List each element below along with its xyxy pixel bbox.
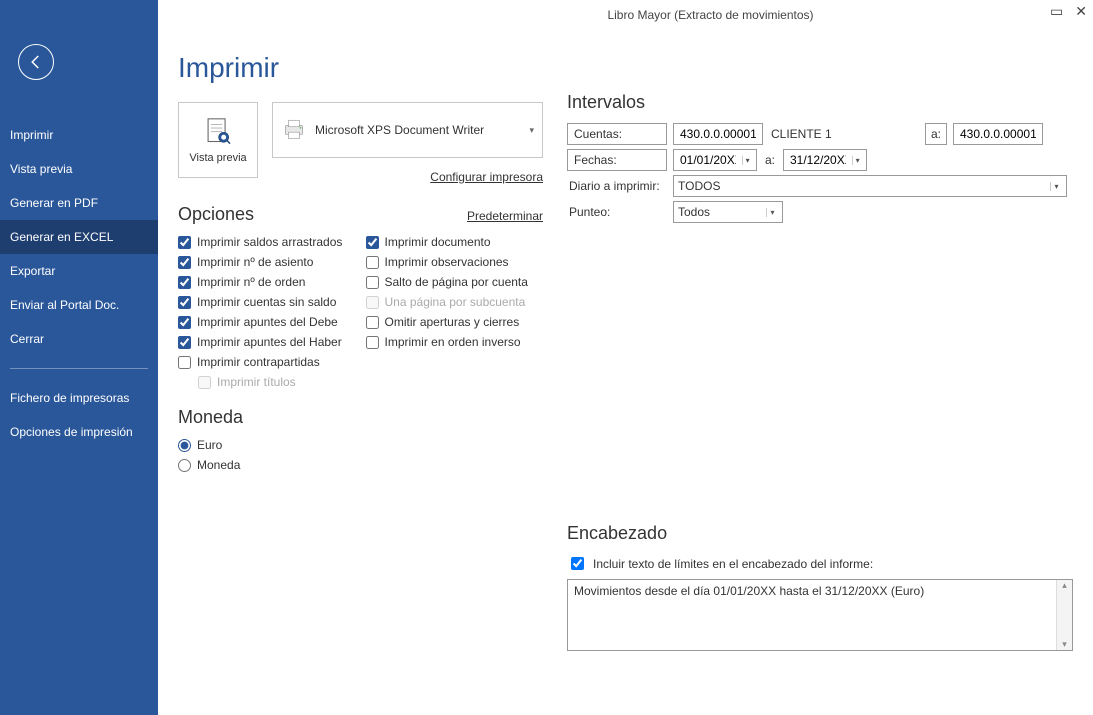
options-title: Opciones bbox=[178, 204, 254, 225]
sidebar-separator bbox=[10, 368, 148, 369]
sidebar-item-1[interactable]: Vista previa bbox=[0, 152, 158, 186]
include-limits-label: Incluir texto de límites en el encabezad… bbox=[593, 557, 873, 571]
option-right-checkbox-4[interactable]: Omitir aperturas y cierres bbox=[366, 315, 544, 329]
option-right-checkbox-3: Una página por subcuenta bbox=[366, 295, 544, 309]
sidebar-item2-1[interactable]: Opciones de impresión bbox=[0, 415, 158, 449]
option-left-checkbox-label-4: Imprimir apuntes del Debe bbox=[197, 315, 338, 329]
titlebar: Libro Mayor (Extracto de movimientos) ▭ … bbox=[328, 0, 1093, 30]
option-left-checkbox-label-7: Imprimir títulos bbox=[217, 375, 296, 389]
chevron-down-icon[interactable]: ▾ bbox=[742, 156, 752, 165]
option-left-checkbox-2[interactable]: Imprimir nº de orden bbox=[178, 275, 356, 289]
sidebar-item-5[interactable]: Enviar al Portal Doc. bbox=[0, 288, 158, 322]
window-title: Libro Mayor (Extracto de movimientos) bbox=[607, 8, 813, 22]
arrow-left-icon bbox=[27, 53, 45, 71]
scroll-down-icon[interactable]: ▾ bbox=[1062, 639, 1067, 650]
option-right-checkbox-label-0: Imprimir documento bbox=[385, 235, 491, 249]
page-title: Imprimir bbox=[178, 52, 543, 84]
option-left-checkbox-label-1: Imprimir nº de asiento bbox=[197, 255, 313, 269]
sidebar-items: ImprimirVista previaGenerar en PDFGenera… bbox=[0, 118, 158, 356]
sidebar-item-4[interactable]: Exportar bbox=[0, 254, 158, 288]
configure-printer-link[interactable]: Configurar impresora bbox=[430, 170, 543, 184]
option-left-checkbox-3[interactable]: Imprimir cuentas sin saldo bbox=[178, 295, 356, 309]
header-text-value: Movimientos desde el día 01/01/20XX hast… bbox=[574, 584, 924, 598]
scrollbar[interactable]: ▴ ▾ bbox=[1056, 580, 1072, 650]
chevron-down-icon: ▾ bbox=[529, 125, 534, 136]
back-button[interactable] bbox=[18, 44, 54, 80]
diario-value: TODOS bbox=[678, 179, 1046, 193]
option-left-checkbox-5[interactable]: Imprimir apuntes del Haber bbox=[178, 335, 356, 349]
option-left-checkbox-1[interactable]: Imprimir nº de asiento bbox=[178, 255, 356, 269]
preview-button[interactable]: Vista previa bbox=[178, 102, 258, 178]
options-right-column: Imprimir documento Imprimir observaciones… bbox=[366, 235, 544, 389]
scroll-up-icon[interactable]: ▴ bbox=[1062, 580, 1067, 591]
cuenta-from-input[interactable] bbox=[673, 123, 763, 145]
preview-button-label: Vista previa bbox=[189, 152, 246, 164]
sidebar-item-0[interactable]: Imprimir bbox=[0, 118, 158, 152]
printer-selector[interactable]: Microsoft XPS Document Writer ▾ bbox=[272, 102, 543, 158]
sidebar-item-6[interactable]: Cerrar bbox=[0, 322, 158, 356]
punteo-value: Todos bbox=[678, 205, 762, 219]
a-label-fechas: a: bbox=[763, 153, 777, 167]
option-left-checkbox-7: Imprimir títulos bbox=[198, 375, 356, 389]
close-icon[interactable]: ✕ bbox=[1075, 4, 1087, 18]
option-right-checkbox-label-5: Imprimir en orden inverso bbox=[385, 335, 521, 349]
option-right-checkbox-label-2: Salto de página por cuenta bbox=[385, 275, 528, 289]
moneda-radio-1[interactable]: Moneda bbox=[178, 458, 543, 472]
intervalos-title: Intervalos bbox=[567, 92, 1073, 113]
option-left-checkbox-label-0: Imprimir saldos arrastrados bbox=[197, 235, 342, 249]
option-right-checkbox-label-3: Una página por subcuenta bbox=[385, 295, 526, 309]
fechas-label-box[interactable]: Fechas: bbox=[567, 149, 667, 171]
main-content: Libro Mayor (Extracto de movimientos) ▭ … bbox=[158, 0, 1093, 715]
option-left-checkbox-label-6: Imprimir contrapartidas bbox=[197, 355, 320, 369]
options-left-column: Imprimir saldos arrastrados Imprimir nº d… bbox=[178, 235, 356, 389]
chevron-down-icon[interactable]: ▾ bbox=[766, 208, 778, 217]
option-right-checkbox-2[interactable]: Salto de página por cuenta bbox=[366, 275, 544, 289]
window-controls: ▭ ✕ bbox=[1050, 0, 1087, 30]
option-left-checkbox-6[interactable]: Imprimir contrapartidas bbox=[178, 355, 356, 369]
sidebar-items-secondary: Fichero de impresorasOpciones de impresi… bbox=[0, 381, 158, 449]
printer-icon bbox=[281, 117, 307, 143]
moneda-radio-label-1: Moneda bbox=[197, 458, 240, 472]
sidebar-item-2[interactable]: Generar en PDF bbox=[0, 186, 158, 220]
moneda-title: Moneda bbox=[178, 407, 543, 428]
chevron-down-icon[interactable]: ▾ bbox=[852, 156, 862, 165]
diario-label: Diario a imprimir: bbox=[567, 179, 667, 193]
default-link[interactable]: Predeterminar bbox=[467, 209, 543, 223]
fecha-to-input[interactable]: ▾ bbox=[783, 149, 867, 171]
option-right-checkbox-label-1: Imprimir observaciones bbox=[385, 255, 509, 269]
cuentas-label-box[interactable]: Cuentas: bbox=[567, 123, 667, 145]
diario-select[interactable]: TODOS ▾ bbox=[673, 175, 1067, 197]
printer-name: Microsoft XPS Document Writer bbox=[315, 123, 521, 137]
moneda-radio-0[interactable]: Euro bbox=[178, 438, 543, 452]
moneda-radio-label-0: Euro bbox=[197, 438, 222, 452]
option-left-checkbox-4[interactable]: Imprimir apuntes del Debe bbox=[178, 315, 356, 329]
option-left-checkbox-0[interactable]: Imprimir saldos arrastrados bbox=[178, 235, 356, 249]
option-left-checkbox-label-3: Imprimir cuentas sin saldo bbox=[197, 295, 336, 309]
maximize-icon[interactable]: ▭ bbox=[1050, 4, 1063, 18]
chevron-down-icon[interactable]: ▾ bbox=[1050, 182, 1062, 191]
cuenta-to-input[interactable] bbox=[953, 123, 1043, 145]
moneda-options: Euro Moneda bbox=[178, 438, 543, 472]
fecha-from-input[interactable]: ▾ bbox=[673, 149, 757, 171]
cuentas-label: Cuentas: bbox=[574, 127, 622, 141]
punteo-select[interactable]: Todos ▾ bbox=[673, 201, 783, 223]
fechas-label: Fechas: bbox=[574, 153, 617, 167]
punteo-label: Punteo: bbox=[567, 205, 667, 219]
a-label-cuentas: a: bbox=[925, 123, 947, 145]
sidebar: ImprimirVista previaGenerar en PDFGenera… bbox=[0, 0, 158, 715]
encabezado-title: Encabezado bbox=[567, 523, 1073, 544]
option-left-checkbox-label-5: Imprimir apuntes del Haber bbox=[197, 335, 342, 349]
option-right-checkbox-0[interactable]: Imprimir documento bbox=[366, 235, 544, 249]
header-textarea[interactable]: Movimientos desde el día 01/01/20XX hast… bbox=[567, 579, 1073, 651]
sidebar-item-3[interactable]: Generar en EXCEL bbox=[0, 220, 158, 254]
include-limits-checkbox[interactable]: Incluir texto de límites en el encabezad… bbox=[567, 554, 1073, 573]
option-right-checkbox-5[interactable]: Imprimir en orden inverso bbox=[366, 335, 544, 349]
document-preview-icon bbox=[201, 116, 235, 150]
cuenta-from-name: CLIENTE 1 bbox=[769, 127, 919, 141]
option-left-checkbox-label-2: Imprimir nº de orden bbox=[197, 275, 305, 289]
option-right-checkbox-1[interactable]: Imprimir observaciones bbox=[366, 255, 544, 269]
option-right-checkbox-label-4: Omitir aperturas y cierres bbox=[385, 315, 520, 329]
sidebar-item2-0[interactable]: Fichero de impresoras bbox=[0, 381, 158, 415]
